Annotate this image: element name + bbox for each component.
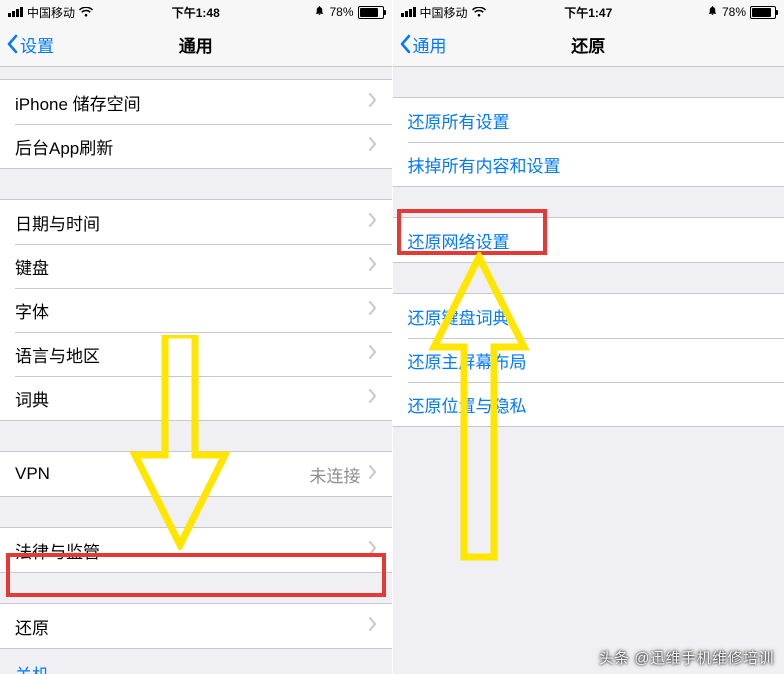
row-background-refresh[interactable]: 后台App刷新	[0, 124, 392, 168]
chevron-right-icon	[369, 212, 377, 232]
row-label: 还原	[15, 614, 49, 639]
chevron-right-icon	[369, 92, 377, 112]
row-label: 还原所有设置	[408, 108, 510, 133]
content: iPhone 储存空间 后台App刷新 日期与时间 键盘	[0, 79, 392, 674]
row-detail: 未连接	[310, 462, 369, 487]
row-reset-network[interactable]: 还原网络设置	[393, 218, 784, 262]
row-label: 还原键盘词典	[408, 304, 510, 329]
chevron-right-icon	[369, 136, 377, 156]
row-dictionary[interactable]: 词典	[0, 376, 392, 420]
status-time: 下午1:48	[0, 4, 392, 21]
row-label: 键盘	[15, 254, 49, 279]
group-date-lang: 日期与时间 键盘 字体 语言与地区 词典	[0, 199, 392, 421]
row-fonts[interactable]: 字体	[0, 288, 392, 332]
row-label: VPN	[15, 464, 50, 484]
row-label: 日期与时间	[15, 210, 100, 235]
chevron-right-icon	[369, 540, 377, 560]
row-erase-all[interactable]: 抹掉所有内容和设置	[393, 142, 784, 186]
row-language-region[interactable]: 语言与地区	[0, 332, 392, 376]
chevron-right-icon	[369, 388, 377, 408]
nav-bar: 设置 通用	[0, 22, 392, 67]
row-date-time[interactable]: 日期与时间	[0, 200, 392, 244]
back-button[interactable]: 设置	[0, 32, 54, 57]
row-reset[interactable]: 还原	[0, 604, 392, 648]
status-time: 下午1:47	[393, 4, 784, 21]
row-label: 还原主屏幕布局	[408, 348, 527, 373]
row-reset-all-settings[interactable]: 还原所有设置	[393, 98, 784, 142]
battery-icon	[750, 6, 776, 19]
chevron-right-icon	[369, 300, 377, 320]
group-vpn: VPN 未连接	[0, 451, 392, 497]
row-reset-location-privacy[interactable]: 还原位置与隐私	[393, 382, 784, 426]
row-label: 还原位置与隐私	[408, 392, 527, 417]
nav-title: 还原	[393, 32, 784, 57]
phone-reset: 中国移动 下午1:47 78% 通用 还原	[393, 0, 784, 674]
row-label: 字体	[15, 298, 49, 323]
row-label: 还原网络设置	[408, 228, 510, 253]
group-reset-network: 还原网络设置	[393, 217, 784, 263]
group-legal: 法律与监管	[0, 527, 392, 573]
row-reset-keyboard-dict[interactable]: 还原键盘词典	[393, 294, 784, 338]
chevron-right-icon	[369, 344, 377, 364]
back-label: 通用	[413, 32, 447, 57]
row-keyboard[interactable]: 键盘	[0, 244, 392, 288]
row-label: iPhone 储存空间	[15, 90, 141, 115]
group-storage: iPhone 储存空间 后台App刷新	[0, 79, 392, 169]
row-reset-home-layout[interactable]: 还原主屏幕布局	[393, 338, 784, 382]
row-vpn[interactable]: VPN 未连接	[0, 452, 392, 496]
row-label: 抹掉所有内容和设置	[408, 152, 561, 177]
battery-icon	[358, 6, 384, 19]
content: 还原所有设置 抹掉所有内容和设置 还原网络设置 还原键盘词典 还原主屏幕布局	[393, 97, 784, 427]
row-label: 语言与地区	[15, 342, 100, 367]
row-label: 法律与监管	[15, 538, 100, 563]
nav-title: 通用	[0, 32, 392, 57]
row-label: 后台App刷新	[15, 134, 113, 159]
row-shutdown[interactable]: 关机	[0, 649, 392, 674]
chevron-right-icon	[369, 256, 377, 276]
phone-general: 中国移动 下午1:48 78% 设置 通用	[0, 0, 393, 674]
back-button[interactable]: 通用	[393, 32, 447, 57]
chevron-left-icon	[399, 34, 411, 54]
row-label: 词典	[15, 386, 49, 411]
nav-bar: 通用 还原	[393, 22, 784, 67]
group-reset: 还原	[0, 603, 392, 649]
chevron-right-icon	[369, 616, 377, 636]
row-iphone-storage[interactable]: iPhone 储存空间	[0, 80, 392, 124]
stage: 中国移动 下午1:48 78% 设置 通用	[0, 0, 784, 674]
status-bar: 中国移动 下午1:48 78%	[0, 0, 392, 22]
chevron-left-icon	[6, 34, 18, 54]
status-bar: 中国移动 下午1:47 78%	[393, 0, 784, 22]
shutdown-label: 关机	[15, 666, 49, 674]
group-reset-3: 还原键盘词典 还原主屏幕布局 还原位置与隐私	[393, 293, 784, 427]
chevron-right-icon	[369, 464, 377, 484]
group-reset-1: 还原所有设置 抹掉所有内容和设置	[393, 97, 784, 187]
row-legal[interactable]: 法律与监管	[0, 528, 392, 572]
back-label: 设置	[20, 32, 54, 57]
